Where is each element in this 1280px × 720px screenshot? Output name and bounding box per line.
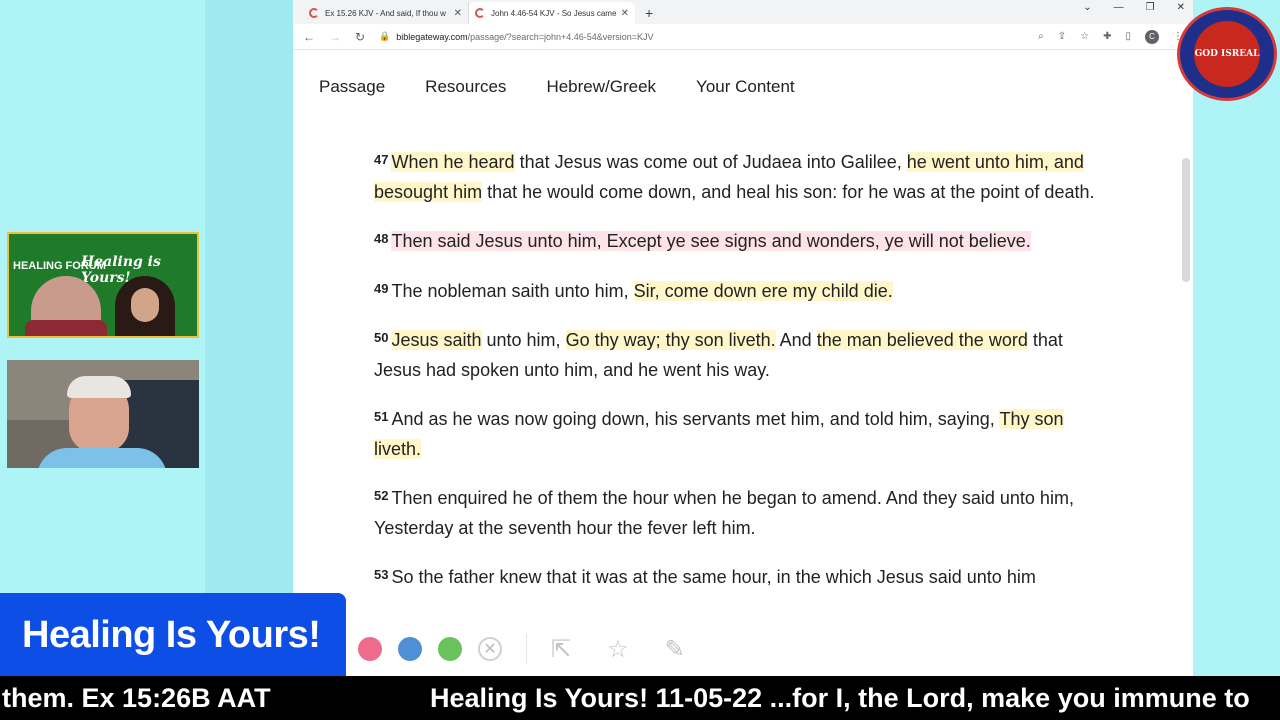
- verse-number: 51: [374, 409, 389, 424]
- zoom-icon[interactable]: ⌕: [1038, 31, 1044, 42]
- sidepanel-icon[interactable]: ▯: [1125, 31, 1131, 42]
- forward-arrow-icon[interactable]: →: [329, 30, 341, 44]
- host-person-left: [25, 276, 107, 336]
- verse-number: 48: [374, 231, 389, 246]
- site-favicon-icon: [309, 8, 319, 18]
- verse-53: 53 So the father knew that it was at the …: [374, 563, 1114, 593]
- video-feed-guest: [7, 360, 199, 468]
- highlight-blue-button[interactable]: [398, 637, 422, 661]
- host-shirt: [25, 320, 107, 336]
- tab-title: John 4.46-54 KJV - So Jesus came: [491, 8, 617, 18]
- nav-hebrew-greek[interactable]: Hebrew/Greek: [546, 77, 656, 99]
- verse-number: 50: [374, 330, 389, 345]
- host-face: [131, 288, 159, 322]
- browser-window: Ex 15.26 KJV - And said, If thou w ✕ Joh…: [293, 0, 1193, 676]
- passage-text: 47 When he heard that Jesus was come out …: [374, 148, 1114, 613]
- star-icon[interactable]: ☆: [1080, 31, 1089, 42]
- highlight-toolbar: ✕ ⇱ ☆ ✎: [346, 622, 1193, 676]
- right-background-panel: [1193, 0, 1280, 676]
- show-title: Healing Is Yours!: [22, 613, 321, 656]
- share-external-icon[interactable]: ⇱: [551, 635, 571, 664]
- logo-center: GOD ISREAL: [1194, 21, 1260, 87]
- guest-shirt: [37, 448, 167, 468]
- site-favicon-icon: [475, 8, 485, 18]
- profile-avatar[interactable]: C: [1145, 29, 1159, 44]
- highlighted-text[interactable]: Jesus saith: [391, 330, 482, 350]
- verse-50: 50 Jesus saith unto him, Go thy way; thy …: [374, 326, 1114, 385]
- tab-bar: Ex 15.26 KJV - And said, If thou w ✕ Joh…: [293, 0, 1193, 24]
- left-background-panel: [0, 0, 207, 676]
- verse-text: And: [775, 330, 817, 350]
- verse-48: 48 Then said Jesus unto him, Except ye se…: [374, 227, 1114, 257]
- clear-highlight-button[interactable]: ✕: [478, 637, 502, 661]
- close-window-icon[interactable]: ✕: [1177, 2, 1185, 13]
- highlighted-text-pink[interactable]: Then said Jesus unto him, Except ye see …: [391, 231, 1031, 251]
- highlight-green-button[interactable]: [438, 637, 462, 661]
- ticker-text-left: them. Ex 15:26B AAT: [2, 683, 271, 713]
- host-person-right: [115, 276, 175, 336]
- news-ticker: them. Ex 15:26B AAT Healing Is Yours! 11…: [0, 676, 1280, 720]
- highlighted-text[interactable]: the man believed the word: [816, 330, 1028, 350]
- lock-icon[interactable]: 🔒: [379, 31, 390, 42]
- verse-number: 47: [374, 152, 389, 167]
- extensions-icon[interactable]: ✚: [1103, 31, 1111, 42]
- edit-note-icon[interactable]: ✎: [665, 635, 685, 664]
- verse-number: 53: [374, 567, 389, 582]
- tab-john[interactable]: John 4.46-54 KJV - So Jesus came ✕: [469, 2, 635, 24]
- verse-text: The nobleman saith unto him,: [391, 280, 634, 301]
- ticker-text-right: Healing Is Yours! 11-05-22 ...for I, the…: [430, 683, 1250, 713]
- highlighted-text[interactable]: When he heard: [391, 152, 515, 172]
- address-bar-icons: ⌕ ⇪ ☆ ✚ ▯ C ⋮: [1038, 29, 1183, 44]
- video-feed-hosts: HEALING FORUM Healing is Yours!: [7, 232, 199, 338]
- reload-icon[interactable]: ↻: [355, 30, 365, 44]
- scrollbar-thumb[interactable]: [1182, 158, 1190, 282]
- ministry-logo: GOD ISREAL: [1177, 7, 1277, 101]
- nav-your-content[interactable]: Your Content: [696, 77, 795, 99]
- chevron-down-icon[interactable]: ⌄: [1083, 2, 1091, 13]
- verse-text: unto him,: [481, 330, 566, 350]
- verse-text: So the father knew that it was at the sa…: [391, 567, 1036, 587]
- nav-passage[interactable]: Passage: [319, 77, 385, 99]
- verse-text: that he would come down, and heal his so…: [482, 181, 1095, 202]
- verse-51: 51 And as he was now going down, his serv…: [374, 405, 1114, 464]
- nav-resources[interactable]: Resources: [425, 77, 506, 99]
- url-field[interactable]: biblegateway.com/passage/?search=john+4.…: [396, 32, 1038, 42]
- show-title-card: Healing Is Yours!: [0, 593, 346, 677]
- toolbar-divider: [526, 634, 527, 664]
- site-navigation: Passage Resources Hebrew/Greek Your Cont…: [293, 50, 1193, 126]
- left-background-band: [205, 0, 293, 676]
- verse-47: 47 When he heard that Jesus was come out …: [374, 148, 1114, 207]
- verse-text: And as he was now going down, his servan…: [391, 409, 1000, 429]
- guest-hair: [67, 376, 131, 398]
- favorite-icon[interactable]: ☆: [607, 635, 629, 664]
- tab-exodus[interactable]: Ex 15.26 KJV - And said, If thou w ✕: [303, 2, 469, 24]
- verse-text: Then enquired he of them the hour when h…: [374, 488, 1074, 538]
- share-icon[interactable]: ⇪: [1058, 31, 1066, 42]
- restore-icon[interactable]: ❐: [1146, 2, 1155, 13]
- highlight-pink-button[interactable]: [358, 637, 382, 661]
- minimize-icon[interactable]: —: [1114, 2, 1124, 13]
- tab-title: Ex 15.26 KJV - And said, If thou w: [325, 8, 446, 18]
- url-host: biblegateway.com: [396, 31, 468, 42]
- back-arrow-icon[interactable]: ←: [303, 30, 315, 44]
- verse-49: 49 The nobleman saith unto him, Sir, come…: [374, 277, 1114, 307]
- highlighted-text[interactable]: Sir, come down ere my child die.: [633, 280, 893, 301]
- logo-text: GOD ISREAL: [1194, 48, 1260, 59]
- verse-number: 49: [374, 280, 389, 296]
- verse-52: 52 Then enquired he of them the hour when…: [374, 484, 1114, 543]
- address-bar: ← → ↻ 🔒 biblegateway.com/passage/?search…: [293, 24, 1193, 50]
- verse-number: 52: [374, 488, 389, 503]
- url-path: /passage/?search=john+4.46-54&version=KJ…: [467, 31, 654, 42]
- highlighted-text[interactable]: Go thy way; thy son liveth.: [565, 330, 776, 350]
- new-tab-icon[interactable]: +: [645, 5, 653, 21]
- close-icon[interactable]: ✕: [621, 8, 629, 19]
- window-controls: ⌄ — ❐ ✕: [1083, 2, 1185, 13]
- verse-text: that Jesus was come out of Judaea into G…: [514, 152, 907, 172]
- close-icon[interactable]: ✕: [454, 8, 462, 19]
